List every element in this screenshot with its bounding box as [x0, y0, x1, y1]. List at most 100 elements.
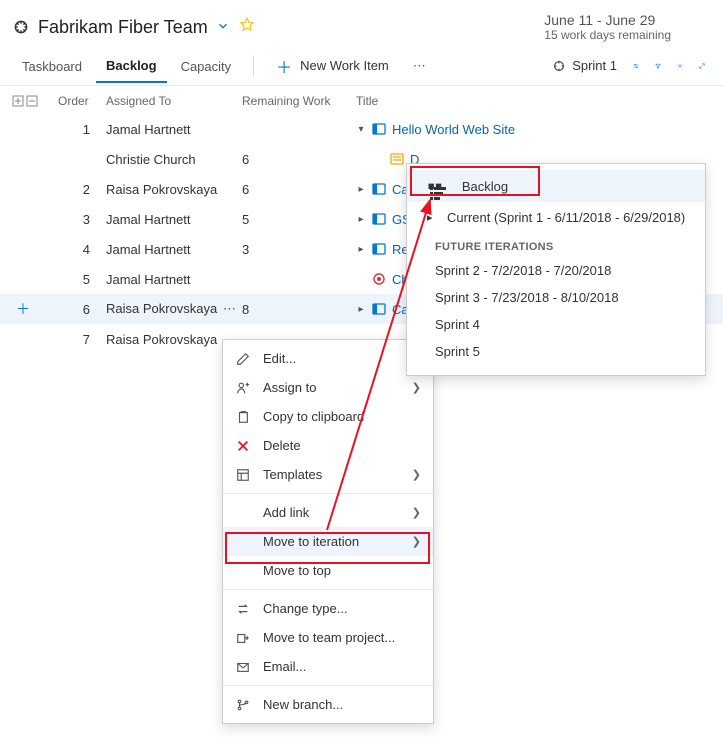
- fullscreen-icon[interactable]: [693, 57, 711, 75]
- gear-icon[interactable]: [671, 57, 689, 75]
- settings-sliders-icon[interactable]: [627, 57, 645, 75]
- fly-sprint-2[interactable]: Sprint 2 - 7/2/2018 - 7/20/2018: [407, 257, 705, 284]
- work-item-type-icon: [390, 152, 404, 166]
- fly-backlog-label: Backlog: [462, 179, 508, 194]
- fly-sprint-3[interactable]: Sprint 3 - 7/23/2018 - 8/10/2018: [407, 284, 705, 311]
- clipboard-icon: [235, 410, 251, 424]
- work-item-type-icon: [372, 122, 386, 136]
- delete-icon: [235, 439, 251, 453]
- order-cell: 6: [58, 302, 106, 317]
- sprint-picker[interactable]: Sprint 1: [546, 58, 623, 73]
- ctx-add-link[interactable]: Add link ❯: [223, 498, 433, 527]
- ctx-assign-to[interactable]: Assign to ❯: [223, 373, 433, 402]
- swap-icon: [235, 602, 251, 616]
- caret-icon[interactable]: ▾: [356, 124, 366, 135]
- tab-capacity[interactable]: Capacity: [171, 50, 242, 82]
- plus-icon: ＋: [276, 54, 292, 78]
- col-title[interactable]: Title: [356, 94, 711, 108]
- remaining-cell: 6: [242, 152, 356, 167]
- caret-icon[interactable]: ▸: [356, 304, 366, 315]
- new-work-item-button[interactable]: ＋ New Work Item: [266, 48, 399, 84]
- email-icon: [235, 660, 251, 674]
- ctx-email[interactable]: Email...: [223, 652, 433, 681]
- remaining-cell: 8: [242, 302, 356, 317]
- assigned-cell: Jamal Hartnett: [106, 272, 242, 287]
- ctx-move-to-top[interactable]: Move to top: [223, 556, 433, 585]
- add-icon[interactable]: ＋: [12, 301, 30, 317]
- col-remaining[interactable]: Remaining Work: [242, 94, 356, 108]
- branch-icon: [235, 698, 251, 712]
- tab-taskboard[interactable]: Taskboard: [12, 50, 92, 82]
- days-remaining: 15 work days remaining: [544, 28, 671, 42]
- pencil-icon: [235, 352, 251, 366]
- sprint-dates: June 11 - June 29 15 work days remaining: [544, 12, 671, 42]
- col-assigned[interactable]: Assigned To: [106, 94, 242, 108]
- chevron-right-icon: ❯: [412, 506, 421, 519]
- chevron-right-icon: ❯: [412, 381, 421, 394]
- toolbar: Taskboard Backlog Capacity ＋ New Work It…: [0, 46, 723, 86]
- separator: [223, 685, 433, 686]
- fly-future-header: FUTURE ITERATIONS: [407, 233, 705, 257]
- work-item-type-icon: [372, 302, 386, 316]
- work-item-title[interactable]: Hello World Web Site: [392, 122, 515, 137]
- ctx-change-type[interactable]: Change type...: [223, 594, 433, 623]
- context-menu: Edit... Assign to ❯ Copy to clipboard De…: [222, 339, 434, 724]
- more-actions-button[interactable]: ⋯: [403, 52, 438, 80]
- chevron-right-icon: ❯: [412, 468, 421, 481]
- remaining-cell: 5: [242, 212, 356, 227]
- row-more-icon[interactable]: ⋯: [221, 301, 239, 316]
- sprint-label: Sprint 1: [572, 58, 617, 73]
- order-cell: 2: [58, 182, 106, 197]
- date-range: June 11 - June 29: [544, 12, 671, 28]
- fly-sprint-4[interactable]: Sprint 4: [407, 311, 705, 338]
- ctx-move-to-project[interactable]: Move to team project...: [223, 623, 433, 652]
- ctx-move-to-iteration[interactable]: Move to iteration ❯: [223, 527, 433, 556]
- fly-current-label: Current (Sprint 1 - 6/11/2018 - 6/29/201…: [447, 210, 685, 225]
- caret-icon[interactable]: ▸: [356, 184, 366, 195]
- order-cell: 4: [58, 242, 106, 257]
- fly-current[interactable]: ▸ Current (Sprint 1 - 6/11/2018 - 6/29/2…: [407, 202, 705, 233]
- assigned-cell: Jamal Hartnett: [106, 242, 242, 257]
- ctx-new-branch[interactable]: New branch...: [223, 690, 433, 719]
- assigned-cell: Raisa Pokrovskaya ⋯: [106, 301, 242, 317]
- ctx-copy[interactable]: Copy to clipboard: [223, 402, 433, 431]
- caret-icon[interactable]: ▸: [356, 214, 366, 225]
- col-order[interactable]: Order: [58, 94, 106, 108]
- tab-backlog[interactable]: Backlog: [96, 49, 167, 83]
- fly-backlog[interactable]: ▪▪ Backlog: [407, 170, 705, 202]
- column-headers: Order Assigned To Remaining Work Title: [0, 86, 723, 114]
- ctx-delete[interactable]: Delete: [223, 431, 433, 460]
- fly-sprint-5[interactable]: Sprint 5: [407, 338, 705, 365]
- order-cell: 5: [58, 272, 106, 287]
- caret-icon[interactable]: ▸: [356, 244, 366, 255]
- star-icon[interactable]: [238, 16, 256, 39]
- work-item-type-icon: [372, 212, 386, 226]
- page-header: Fabrikam Fiber Team June 11 - June 29 15…: [0, 0, 723, 46]
- order-cell: 1: [58, 122, 106, 137]
- title-cell: ▾ Hello World Web Site: [356, 122, 711, 137]
- team-name[interactable]: Fabrikam Fiber Team: [38, 17, 208, 38]
- expand-collapse-icons[interactable]: [12, 94, 58, 108]
- ctx-edit[interactable]: Edit...: [223, 344, 433, 373]
- ctx-templates[interactable]: Templates ❯: [223, 460, 433, 489]
- work-item-type-icon: [372, 272, 386, 286]
- chevron-down-icon[interactable]: [216, 19, 230, 36]
- work-item-type-icon: [372, 242, 386, 256]
- person-icon: [235, 381, 251, 395]
- table-row[interactable]: 1Jamal Hartnett ▾ Hello World Web Site: [0, 114, 723, 144]
- remaining-cell: 6: [242, 182, 356, 197]
- caret-right-icon: ▸: [427, 211, 437, 224]
- assigned-cell: Jamal Hartnett: [106, 212, 242, 227]
- iteration-flyout: ▪▪ Backlog ▸ Current (Sprint 1 - 6/11/20…: [406, 163, 706, 376]
- separator: [253, 55, 254, 77]
- team-icon: [12, 18, 30, 36]
- assigned-cell: Jamal Hartnett: [106, 122, 242, 137]
- filter-icon[interactable]: [649, 57, 667, 75]
- new-work-item-label: New Work Item: [300, 58, 389, 73]
- templates-icon: [235, 468, 251, 482]
- order-cell: 3: [58, 212, 106, 227]
- chevron-right-icon: ❯: [412, 535, 421, 548]
- backlog-bars-icon: [430, 187, 446, 201]
- separator: [223, 493, 433, 494]
- work-item-type-icon: [372, 182, 386, 196]
